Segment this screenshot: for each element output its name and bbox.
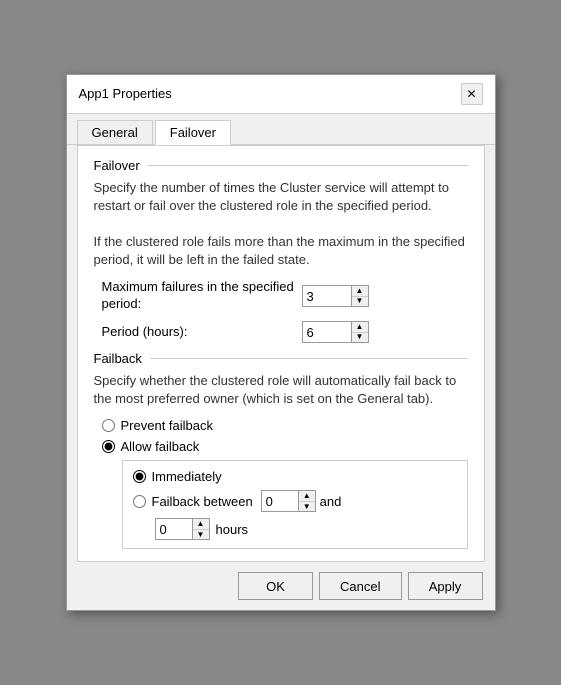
period-down-btn[interactable]: ▼ [352,332,368,343]
ok-button[interactable]: OK [238,572,313,600]
failover-desc1: Specify the number of times the Cluster … [94,179,468,215]
max-failures-spinner-btns: ▲ ▼ [352,285,369,307]
between1-up-btn[interactable]: ▲ [299,491,315,501]
cancel-button[interactable]: Cancel [319,572,401,600]
period-input[interactable] [302,321,352,343]
max-failures-input[interactable] [302,285,352,307]
immediately-radio[interactable] [133,470,146,483]
dialog-title: App1 Properties [79,86,172,101]
allow-failback-radio[interactable] [102,440,115,453]
prevent-failback-row: Prevent failback [102,418,468,433]
between-label[interactable]: Failback between [152,494,253,509]
max-failures-row: Maximum failures in the specified period… [94,279,468,313]
between-spinner1-btns: ▲ ▼ [299,490,316,512]
immediately-row: Immediately [133,469,457,484]
between-spinner2-btns: ▲ ▼ [193,518,210,540]
between-input1[interactable] [261,490,299,512]
tab-content: Failover Specify the number of times the… [77,145,485,563]
hours-label: hours [216,522,249,537]
failover-section-line [148,165,468,166]
between1-down-btn[interactable]: ▼ [299,501,315,512]
between2-down-btn[interactable]: ▼ [193,529,209,540]
period-up-btn[interactable]: ▲ [352,322,368,332]
max-failures-down-btn[interactable]: ▼ [352,296,368,307]
allow-failback-label[interactable]: Allow failback [121,439,200,454]
tab-general[interactable]: General [77,120,153,144]
period-spinner-btns: ▲ ▼ [352,321,369,343]
failover-section-header: Failover [94,158,468,173]
prevent-failback-radio[interactable] [102,419,115,432]
max-failures-label: Maximum failures in the specified period… [102,279,302,313]
period-spinner: ▲ ▼ [302,321,369,343]
failover-section-title: Failover [94,158,140,173]
title-bar: App1 Properties ✕ [67,75,495,114]
max-failures-up-btn[interactable]: ▲ [352,286,368,296]
allow-failback-row: Allow failback [102,439,468,454]
between-spinner2: ▲ ▼ [155,518,210,540]
failback-section: Failback Specify whether the clustered r… [94,351,468,549]
between-spinner1: ▲ ▼ [261,490,316,512]
failback-section-line [150,358,468,359]
period-label: Period (hours): [102,324,302,341]
failback-radio-group: Prevent failback Allow failback Immediat… [94,418,468,549]
immediately-label[interactable]: Immediately [152,469,222,484]
failover-desc2: If the clustered role fails more than th… [94,233,468,269]
failback-desc: Specify whether the clustered role will … [94,372,468,408]
failback-section-header: Failback [94,351,468,366]
between-radio[interactable] [133,495,146,508]
prevent-failback-label[interactable]: Prevent failback [121,418,214,433]
failback-section-title: Failback [94,351,142,366]
max-failures-spinner: ▲ ▼ [302,285,369,307]
tab-failover[interactable]: Failover [155,120,231,145]
dialog-footer: OK Cancel Apply [67,562,495,610]
properties-dialog: App1 Properties ✕ General Failover Failo… [66,74,496,612]
allow-failback-box: Immediately Failback between ▲ ▼ [122,460,468,549]
between2-up-btn[interactable]: ▲ [193,519,209,529]
period-row: Period (hours): ▲ ▼ [94,321,468,343]
tab-bar: General Failover [67,114,495,145]
and-label: and [320,494,342,509]
close-button[interactable]: ✕ [461,83,483,105]
failback-between-row: Failback between ▲ ▼ and [133,490,457,512]
apply-button[interactable]: Apply [408,572,483,600]
between-input2[interactable] [155,518,193,540]
